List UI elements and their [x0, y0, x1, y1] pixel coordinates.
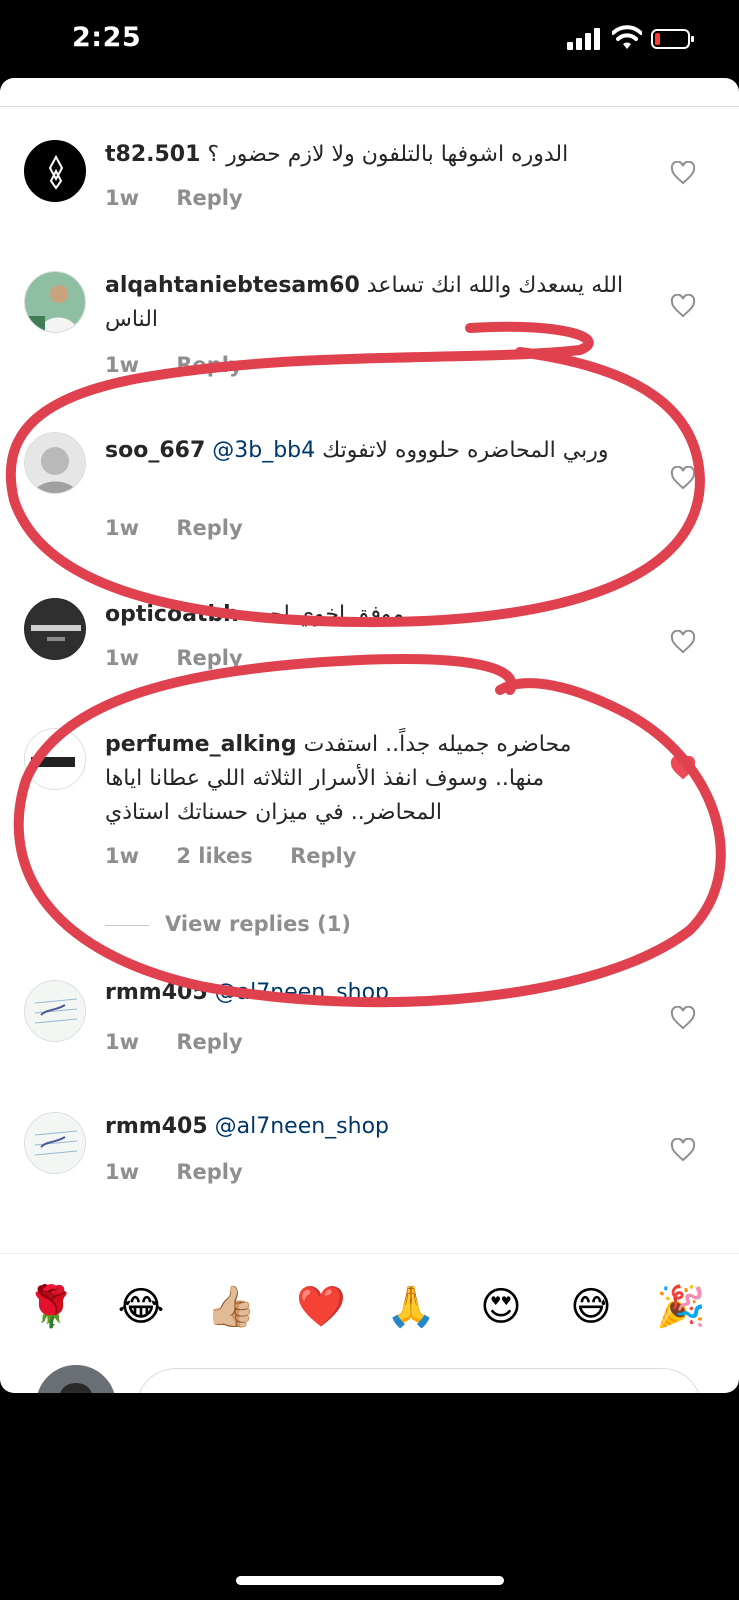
comment-username[interactable]: alqahtaniebtesam60 — [105, 273, 360, 298]
current-user-avatar — [36, 1365, 116, 1393]
avatar[interactable] — [24, 140, 86, 202]
emoji-party-button[interactable]: 🎉 — [654, 1283, 708, 1331]
comment-time: 1w — [105, 1160, 140, 1184]
comment-username[interactable]: opticoatbh — [105, 602, 239, 627]
battery-icon — [651, 29, 694, 49]
view-replies-line — [105, 924, 149, 926]
emoji-sweat-button[interactable]: 😅 — [564, 1283, 618, 1331]
avatar-photo-icon — [25, 433, 85, 493]
comment-text: opticoatbh موفق اخوي احمد — [105, 598, 625, 632]
comment-meta: 1w Reply — [105, 516, 273, 540]
comment-username[interactable]: rmm405 — [105, 980, 208, 1005]
reply-button[interactable]: Reply — [176, 646, 242, 670]
reply-button[interactable]: Reply — [176, 186, 242, 210]
comment-time: 1w — [105, 646, 140, 670]
heart-icon[interactable] — [670, 294, 696, 318]
avatar[interactable] — [24, 271, 86, 333]
comment-text: rmm405 @al7neen_shop — [105, 976, 625, 1010]
heart-icon[interactable] — [670, 630, 696, 654]
likes-count[interactable]: 2 likes — [176, 844, 252, 868]
home-indicator — [236, 1576, 504, 1585]
heart-icon[interactable] — [670, 161, 696, 185]
comment-text: perfume_alking محاضره جميله جداً.. استفد… — [105, 728, 625, 830]
avatar[interactable] — [24, 432, 86, 494]
comment-meta: 1w Reply — [105, 1160, 273, 1184]
heart-icon[interactable] — [670, 466, 696, 490]
heart-filled-icon[interactable] — [670, 756, 696, 780]
comment-text: rmm405 @al7neen_shop — [105, 1110, 625, 1144]
comment-body: الدوره اشوفها بالتلفون ولا لازم حضور ؟ — [207, 142, 569, 167]
emoji-thumbsup-button[interactable]: 👍🏼 — [204, 1283, 258, 1331]
comment-text: alqahtaniebtesam60 الله يسعدك والله انك … — [105, 269, 625, 337]
reply-button[interactable]: Reply — [290, 844, 356, 868]
status-bar: 2:25 — [0, 0, 739, 78]
avatar-logo-icon — [48, 154, 64, 190]
comment-time: 1w — [105, 353, 140, 377]
comment-meta: 1w Reply — [105, 186, 273, 210]
emoji-hearteyes-button[interactable]: 😍 — [474, 1283, 528, 1331]
comment-text: t82.501 الدوره اشوفها بالتلفون ولا لازم … — [105, 138, 625, 172]
signal-icon — [567, 28, 600, 50]
comment-time: 1w — [105, 186, 140, 210]
comment-time: 1w — [105, 1030, 140, 1054]
heart-icon[interactable] — [670, 1138, 696, 1162]
comment-mention[interactable]: @al7neen_shop — [215, 1114, 389, 1139]
reply-button[interactable]: Reply — [176, 1030, 242, 1054]
avatar[interactable] — [24, 980, 86, 1042]
view-replies-label: View replies (1) — [165, 912, 351, 936]
comment-time: 1w — [105, 516, 140, 540]
comment-body: وربي المحاضره حلوووه لاتفوتك — [322, 438, 609, 463]
avatar-photo-icon — [36, 1365, 116, 1393]
reply-button[interactable]: Reply — [176, 1160, 242, 1184]
avatar-logo-icon — [25, 729, 85, 789]
comment-username[interactable]: t82.501 — [105, 142, 200, 167]
status-time: 2:25 — [72, 22, 142, 53]
comment-time: 1w — [105, 844, 140, 868]
comment-mention[interactable]: @al7neen_shop — [215, 980, 389, 1005]
comment-username[interactable]: soo_667 — [105, 438, 205, 463]
reply-button[interactable]: Reply — [176, 353, 242, 377]
comment-body: موفق اخوي احمد — [245, 602, 405, 627]
avatar-note-icon — [25, 981, 85, 1041]
comment-meta: 1w Reply — [105, 353, 273, 377]
comments-sheet: t82.501 الدوره اشوفها بالتلفون ولا لازم … — [0, 78, 739, 1393]
avatar-photo-icon — [25, 272, 85, 332]
comment-text: soo_667 @3b_bb4 وربي المحاضره حلوووه لات… — [105, 434, 625, 468]
divider — [0, 106, 739, 107]
emoji-bar-divider — [0, 1253, 739, 1254]
avatar-logo-icon — [25, 599, 85, 659]
comment-mention[interactable]: @3b_bb4 — [212, 438, 315, 463]
comment-input[interactable] — [136, 1368, 702, 1393]
emoji-heart-button[interactable]: ❤️ — [294, 1283, 348, 1331]
comment-meta: 1w Reply — [105, 646, 273, 670]
comment-username[interactable]: rmm405 — [105, 1114, 208, 1139]
emoji-rose-button[interactable]: 🌹 — [24, 1283, 78, 1331]
avatar[interactable] — [24, 728, 86, 790]
comment-meta: 1w Reply — [105, 1030, 273, 1054]
view-replies-button[interactable]: View replies (1) — [105, 912, 351, 936]
avatar[interactable] — [24, 1112, 86, 1174]
emoji-laugh-button[interactable]: 😂 — [114, 1283, 168, 1331]
wifi-icon — [612, 25, 642, 49]
reply-button[interactable]: Reply — [176, 516, 242, 540]
emoji-pray-button[interactable]: 🙏 — [384, 1283, 438, 1331]
avatar[interactable] — [24, 598, 86, 660]
heart-icon[interactable] — [670, 1006, 696, 1030]
comment-meta: 1w 2 likes Reply — [105, 844, 386, 868]
comment-username[interactable]: perfume_alking — [105, 732, 297, 757]
avatar-note-icon — [25, 1113, 85, 1173]
